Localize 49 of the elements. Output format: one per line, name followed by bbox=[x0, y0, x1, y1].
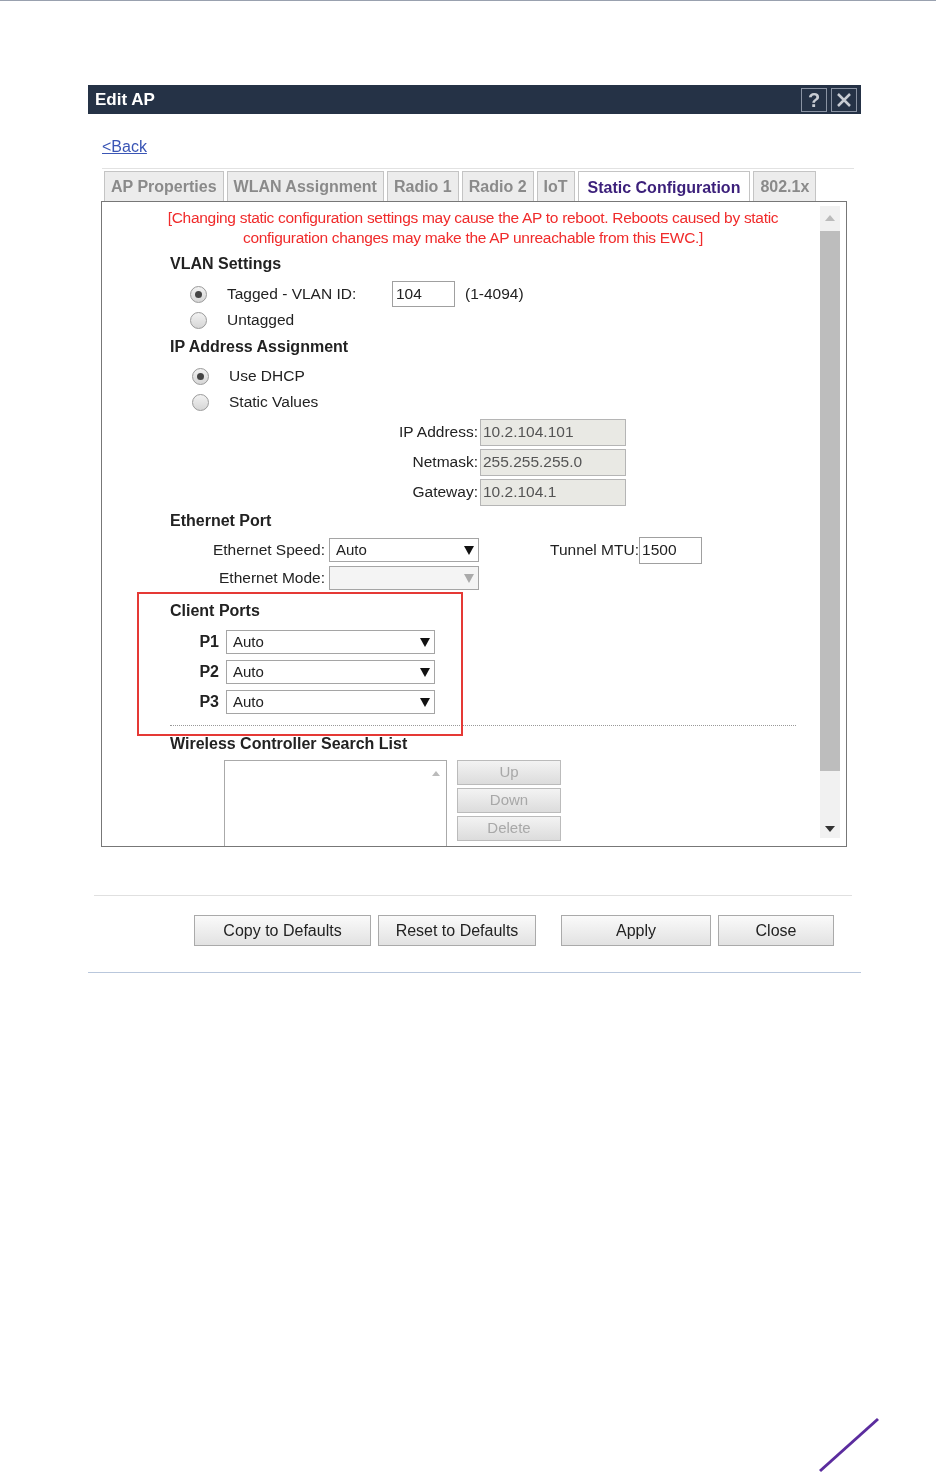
section-heading: VLAN Settings bbox=[170, 254, 283, 274]
dropdown[interactable]: Auto bbox=[226, 630, 435, 654]
section-heading: Ethernet Port bbox=[170, 511, 273, 531]
close-icon bbox=[837, 92, 851, 107]
scroll-up-icon bbox=[825, 215, 835, 221]
dropdown-arrow-icon bbox=[464, 573, 474, 583]
tunnel-mtu-field[interactable]: 1500 bbox=[639, 536, 702, 564]
radio-label: Static Values bbox=[229, 392, 319, 413]
radio-button[interactable] bbox=[190, 311, 207, 329]
vlan-id-field[interactable]: 104 bbox=[392, 281, 455, 307]
dropdown[interactable]: Auto bbox=[226, 690, 435, 714]
field-label: Ethernet Speed: bbox=[211, 540, 326, 561]
field-label: Netmask: bbox=[411, 452, 479, 473]
window-title: Edit AP bbox=[95, 88, 155, 111]
section-heading: IP Address Assignment bbox=[170, 337, 350, 357]
port-label: P1 bbox=[198, 632, 220, 652]
field-label: Ethernet Mode: bbox=[218, 568, 326, 589]
slash-mark-icon bbox=[818, 1417, 880, 1473]
dropdown[interactable]: Auto bbox=[226, 660, 435, 684]
dropdown-arrow-icon bbox=[464, 545, 474, 555]
radio-label: Tagged - VLAN ID: bbox=[227, 284, 358, 305]
footer-button[interactable]: Apply bbox=[561, 915, 711, 946]
range-hint: (1-4094) bbox=[465, 284, 524, 305]
scroll-down-icon bbox=[825, 826, 835, 832]
radio-button[interactable] bbox=[190, 285, 207, 303]
dropdown[interactable]: Auto bbox=[329, 538, 479, 562]
back-link[interactable]: <Back bbox=[102, 135, 147, 159]
footer-button[interactable]: Close bbox=[718, 915, 834, 946]
list-box[interactable] bbox=[224, 760, 447, 846]
radio-button[interactable] bbox=[192, 367, 209, 385]
close-button[interactable] bbox=[831, 87, 857, 112]
dropdown-arrow-icon bbox=[420, 697, 430, 707]
help-button[interactable]: ? bbox=[801, 87, 827, 112]
port-label: P2 bbox=[198, 662, 220, 682]
radio-label: Untagged bbox=[227, 310, 296, 331]
dropdown-arrow-icon bbox=[420, 637, 430, 647]
scroll-up-icon bbox=[432, 771, 440, 776]
footer-button[interactable]: Reset to Defaults bbox=[378, 915, 536, 946]
field-label: Tunnel MTU: bbox=[550, 540, 639, 561]
field-label: IP Address: bbox=[398, 422, 479, 443]
warning-text: [Changing static configuration settings may cause the AP to reboot. Reboots caused by static configuration changes may make the AP unreachable from this EWC.] bbox=[166, 208, 780, 248]
port-label: P3 bbox=[198, 692, 220, 712]
section-heading: Wireless Controller Search List bbox=[170, 734, 409, 754]
radio-button[interactable] bbox=[192, 393, 209, 411]
section-heading: Client Ports bbox=[170, 601, 261, 621]
footer-button[interactable]: Copy to Defaults bbox=[194, 915, 371, 946]
radio-label: Use DHCP bbox=[229, 366, 305, 387]
field-label: Gateway: bbox=[411, 482, 479, 503]
dropdown-arrow-icon bbox=[420, 667, 430, 677]
